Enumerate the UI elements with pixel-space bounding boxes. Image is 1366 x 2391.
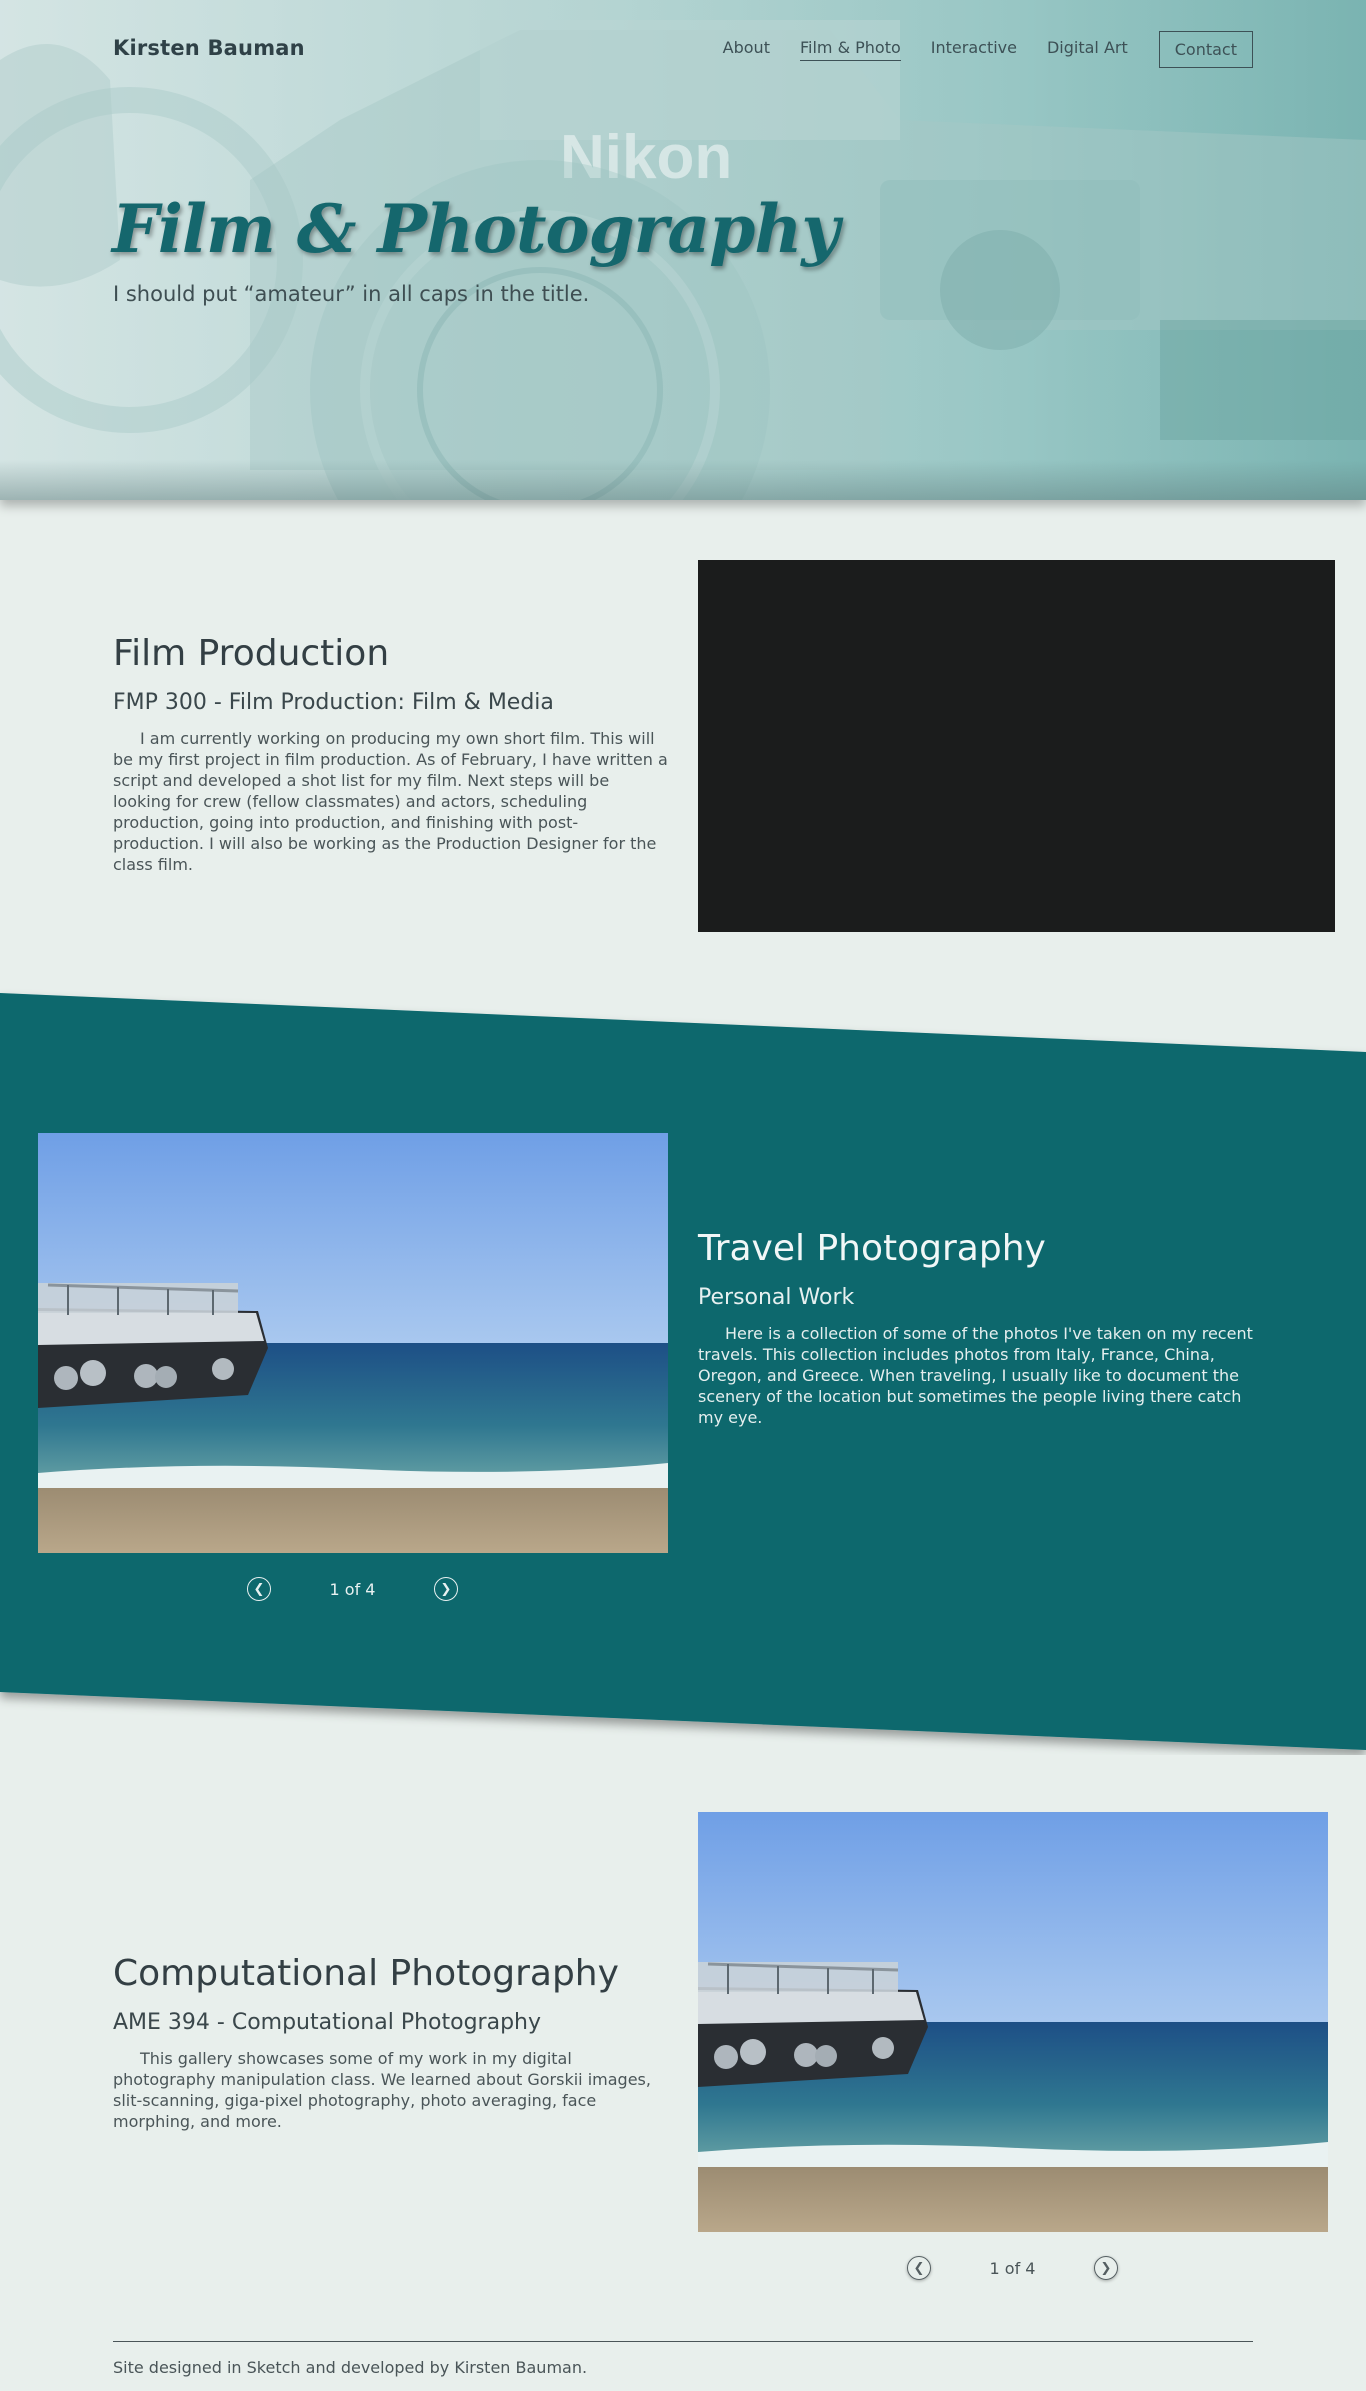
travel-photography-title: Travel Photography	[698, 1228, 1046, 1269]
beach-boat-image	[698, 1812, 1328, 2232]
computational-photo[interactable]	[698, 1812, 1328, 2232]
film-production-section: Film Production FMP 300 - Film Productio…	[113, 633, 668, 875]
hero-bottom-shade	[0, 460, 1366, 500]
film-production-course: FMP 300 - Film Production: Film & Media	[113, 690, 554, 715]
computational-pager: ❮ 1 of 4 ❯	[907, 2253, 1118, 2283]
computational-photography-section: Computational Photography AME 394 - Comp…	[113, 1953, 658, 2132]
nav-film-photo[interactable]: Film & Photo	[799, 38, 901, 61]
footer-credit: Site designed in Sketch and developed by…	[113, 2358, 588, 2377]
computational-photography-title: Computational Photography	[113, 1953, 619, 1994]
contact-button[interactable]: Contact	[1158, 30, 1253, 68]
beach-boat-image	[38, 1133, 668, 1553]
nav-digital-art[interactable]: Digital Art	[1047, 38, 1128, 60]
travel-photography-subtitle: Personal Work	[698, 1285, 855, 1310]
chevron-left-icon[interactable]: ❮	[907, 2256, 931, 2280]
travel-photography-section: Travel Photography Personal Work Here is…	[698, 1228, 1258, 1428]
film-production-title: Film Production	[113, 633, 390, 674]
travel-pager: ❮ 1 of 4 ❯	[247, 1574, 458, 1604]
film-production-description: I am currently working on producing my o…	[113, 729, 668, 874]
site-brand[interactable]: Kirsten Bauman	[113, 36, 305, 60]
page-title: Film & Photography	[112, 190, 840, 268]
computational-pager-count: 1 of 4	[989, 2258, 1036, 2278]
page-subtitle: I should put “amateur” in all caps in th…	[113, 282, 590, 306]
computational-photography-description: This gallery showcases some of my work i…	[113, 2049, 651, 2131]
hero-banner: Nikon Kirsten Bauman About Film & Photo …	[0, 0, 1366, 500]
main-navigation: About Film & Photo Interactive Digital A…	[693, 30, 1253, 68]
travel-photo[interactable]	[38, 1133, 668, 1553]
computational-photography-course: AME 394 - Computational Photography	[113, 2010, 542, 2035]
nav-about[interactable]: About	[723, 38, 770, 60]
film-video-player[interactable]	[698, 560, 1335, 932]
travel-photography-description: Here is a collection of some of the phot…	[698, 1324, 1253, 1427]
chevron-left-icon[interactable]: ❮	[247, 1577, 271, 1601]
chevron-right-icon[interactable]: ❯	[1093, 2256, 1118, 2280]
chevron-right-icon[interactable]: ❯	[433, 1577, 458, 1601]
travel-pager-count: 1 of 4	[329, 1579, 376, 1599]
nav-interactive[interactable]: Interactive	[931, 38, 1017, 60]
footer-divider	[113, 2341, 1253, 2342]
